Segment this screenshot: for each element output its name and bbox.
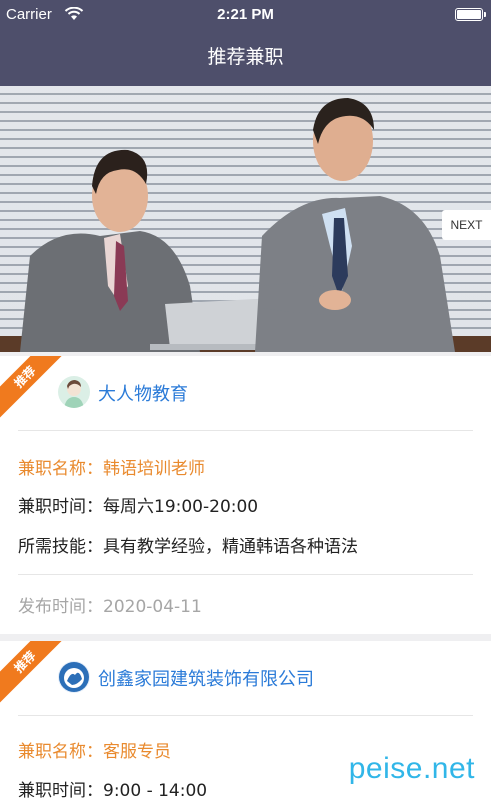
publish-label: 发布时间： <box>18 597 103 617</box>
job-time: 9:00 - 14:00 <box>103 781 208 801</box>
job-name-label: 兼职名称： <box>18 459 103 479</box>
job-name-row: 兼职名称：韩语培训老师 <box>18 454 205 479</box>
job-skill-label: 所需技能： <box>18 537 103 557</box>
job-skill: 具有教学经验，精通韩语各种语法 <box>103 537 358 557</box>
publish-date-row: 发布时间：2020-04-11 <box>18 592 202 617</box>
watermark-logo: peise.net <box>348 752 475 785</box>
top-bar: Carrier 2:21 PM 推荐兼职 <box>0 0 491 86</box>
job-time-label: 兼职时间： <box>18 781 103 801</box>
banner-carousel[interactable]: NEXT <box>0 86 491 352</box>
job-name-label: 兼职名称： <box>18 742 103 762</box>
status-time: 2:21 PM <box>217 6 274 23</box>
divider <box>18 715 473 716</box>
page-title: 推荐兼职 <box>207 46 284 68</box>
company-logo <box>58 661 90 693</box>
divider <box>18 574 473 575</box>
job-time-row: 兼职时间：9:00 - 14:00 <box>18 776 207 801</box>
status-bar: Carrier 2:21 PM <box>0 0 491 30</box>
job-name: 客服专员 <box>103 742 171 762</box>
job-time-label: 兼职时间： <box>18 497 103 517</box>
company-logo <box>58 376 90 408</box>
divider <box>18 430 473 431</box>
job-card[interactable]: 推荐 大人物教育 兼职名称：韩语培训老师 兼职时间：每周六19:00-20:00… <box>0 356 491 634</box>
company-name[interactable]: 创鑫家园建筑装饰有限公司 <box>98 665 314 691</box>
job-time: 每周六19:00-20:00 <box>103 497 259 517</box>
job-name-row: 兼职名称：客服专员 <box>18 737 171 762</box>
publish-date: 2020-04-11 <box>103 597 202 617</box>
job-skill-row: 所需技能：具有教学经验，精通韩语各种语法 <box>18 532 358 557</box>
banner-image <box>0 98 491 352</box>
next-button[interactable]: NEXT <box>442 210 491 240</box>
battery-icon <box>455 8 486 21</box>
company-name[interactable]: 大人物教育 <box>98 380 188 406</box>
job-name: 韩语培训老师 <box>103 459 205 479</box>
screen: Carrier 2:21 PM 推荐兼职 NEXT 推荐 大人物教育 兼职名称：… <box>0 0 491 801</box>
job-time-row: 兼职时间：每周六19:00-20:00 <box>18 492 258 517</box>
